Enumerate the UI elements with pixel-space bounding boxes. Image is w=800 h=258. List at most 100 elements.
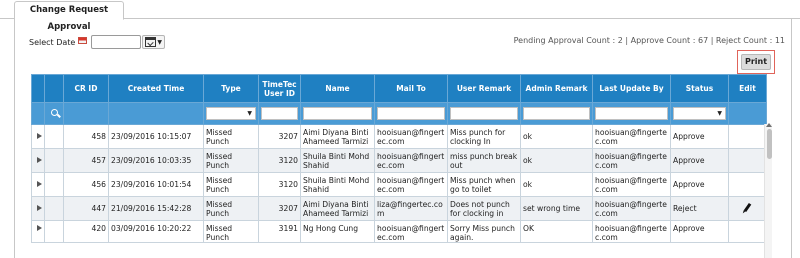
print-highlight: Print (737, 50, 775, 74)
col-last-update-by[interactable]: Last Update By (592, 74, 671, 103)
search-icon[interactable] (50, 109, 58, 116)
name-filter-input[interactable] (303, 107, 372, 120)
user-id-cell: 3120 (258, 172, 301, 197)
user-id-cell: 3191 (258, 220, 301, 243)
user-id-cell: 3120 (258, 148, 301, 173)
col-cr-id[interactable]: CR ID (63, 74, 109, 103)
filter-cell-user-id (258, 102, 301, 125)
name-cell: Aimi Diyana Binti Ahameed Tarmizi (300, 124, 375, 149)
mail-to-filter-input[interactable] (377, 107, 445, 120)
last-update-cell: hooisuan@fingertec.com (592, 220, 671, 243)
last-update-cell: hooisuan@fingertec.com (592, 196, 671, 221)
edit-cell (728, 148, 767, 173)
expand-arrow-icon[interactable] (37, 225, 42, 231)
col-name[interactable]: Name (300, 74, 375, 103)
scroll-up-icon[interactable] (766, 123, 772, 127)
expand-arrow-icon[interactable] (37, 181, 42, 187)
user-id-filter-input[interactable] (261, 107, 298, 120)
edit-cell (728, 172, 767, 197)
edit-cell (728, 196, 767, 221)
expand-arrow-icon[interactable] (37, 133, 42, 139)
name-cell: Shuila Binti Mohd Shahid (300, 148, 375, 173)
col-created-time[interactable]: Created Time (108, 74, 204, 103)
expand-arrow-icon[interactable] (37, 157, 42, 163)
last-update-filter-input[interactable] (595, 107, 668, 120)
col-admin-remark[interactable]: Admin Remark (520, 74, 593, 103)
cr-id-cell: 420 (63, 220, 109, 243)
mail-to-cell: hooisuan@fingertec.com (374, 148, 448, 173)
table-row[interactable]: 447 21/09/2016 15:42:28 Missed Punch 320… (31, 196, 767, 221)
col-status[interactable]: Status (670, 74, 729, 103)
filter-cell-created (108, 102, 204, 125)
filter-cell-status: ▼ (670, 102, 729, 125)
table-row[interactable]: 458 23/09/2016 10:15:07 Missed Punch 320… (31, 124, 767, 149)
pencil-icon[interactable] (743, 202, 752, 213)
filter-cell-mail-to (374, 102, 448, 125)
col-edit: Edit (728, 74, 767, 103)
admin-remark-cell: ok (520, 148, 593, 173)
expand-header (31, 74, 45, 103)
col-user-remark[interactable]: User Remark (447, 74, 521, 103)
filter-cell-name (300, 102, 375, 125)
mail-to-cell: hooisuan@fingertec.com (374, 220, 448, 243)
tab-change-request-approval[interactable]: Change Request Approval (14, 1, 124, 32)
date-filter: Select Date ▼ (29, 35, 165, 49)
expand-cell[interactable] (31, 148, 45, 173)
user-id-cell: 3207 (258, 124, 301, 149)
admin-remark-cell: ok (520, 124, 593, 149)
admin-remark-cell: ok (520, 172, 593, 197)
col-user-id[interactable]: TimeTec User ID (258, 74, 301, 103)
expand-cell[interactable] (31, 172, 45, 197)
tab-bar: Change Request Approval (0, 0, 800, 32)
cr-id-cell: 456 (63, 172, 109, 197)
cr-id-cell: 458 (63, 124, 109, 149)
scrollbar-thumb[interactable] (767, 129, 772, 159)
type-cell: Missed Punch (203, 124, 259, 149)
admin-remark-filter-input[interactable] (523, 107, 590, 120)
select-date-label: Select Date (29, 37, 76, 47)
filter-cell-type: ▼ (203, 102, 259, 125)
user-remark-cell: Miss punch for clocking In (447, 124, 521, 149)
filter-cell-edit (728, 102, 767, 125)
expand-arrow-icon[interactable] (37, 205, 42, 211)
chevron-down-icon: ▼ (157, 38, 162, 46)
chevron-down-icon: ▼ (247, 110, 252, 117)
date-input[interactable] (91, 35, 142, 49)
user-remark-cell: miss punch break out (447, 148, 521, 173)
table-row[interactable]: 420 03/09/2016 10:20:22 Missed Punch 319… (31, 220, 767, 243)
admin-remark-cell: set wrong time (520, 196, 593, 221)
last-update-cell: hooisuan@fingertec.com (592, 172, 671, 197)
table-row[interactable]: 456 23/09/2016 10:01:54 Missed Punch 312… (31, 172, 767, 197)
status-filter-select[interactable]: ▼ (673, 107, 726, 120)
chevron-down-icon: ▼ (717, 110, 722, 117)
print-button[interactable]: Print (741, 54, 771, 70)
last-update-cell: hooisuan@fingertec.com (592, 148, 671, 173)
mail-to-cell: hooisuan@fingertec.com (374, 124, 448, 149)
filter-cell-last-update (592, 102, 671, 125)
created-time-cell: 21/09/2016 15:42:28 (108, 196, 204, 221)
approval-counts: Pending Approval Count : 2 | Approve Cou… (513, 36, 785, 45)
name-cell: Shuila Binti Mohd Shahid (300, 172, 375, 197)
filter-cell-user-remark (447, 102, 521, 125)
created-time-cell: 23/09/2016 10:03:35 (108, 148, 204, 173)
header-row: CR ID Created Time Type TimeTec User ID … (31, 74, 767, 103)
user-remark-filter-input[interactable] (450, 107, 518, 120)
calendar-button[interactable]: ▼ (142, 35, 165, 49)
expand-cell[interactable] (31, 124, 45, 149)
col-mail-to[interactable]: Mail To (374, 74, 448, 103)
status-cell: Approve (670, 220, 729, 243)
filter-cell-cr-id (63, 102, 109, 125)
col-type[interactable]: Type (203, 74, 259, 103)
expand-cell[interactable] (31, 220, 45, 243)
filter-cell-search (44, 102, 64, 125)
type-filter-select[interactable]: ▼ (206, 107, 256, 120)
created-time-cell: 23/09/2016 10:01:54 (108, 172, 204, 197)
created-time-cell: 23/09/2016 10:15:07 (108, 124, 204, 149)
expand-cell[interactable] (31, 196, 45, 221)
change-request-table: CR ID Created Time Type TimeTec User ID … (31, 74, 767, 243)
cr-id-cell: 447 (63, 196, 109, 221)
vertical-scrollbar[interactable] (764, 123, 772, 258)
type-cell: Missed Punch (203, 220, 259, 243)
status-cell: Reject (670, 196, 729, 221)
table-row[interactable]: 457 23/09/2016 10:03:35 Missed Punch 312… (31, 148, 767, 173)
